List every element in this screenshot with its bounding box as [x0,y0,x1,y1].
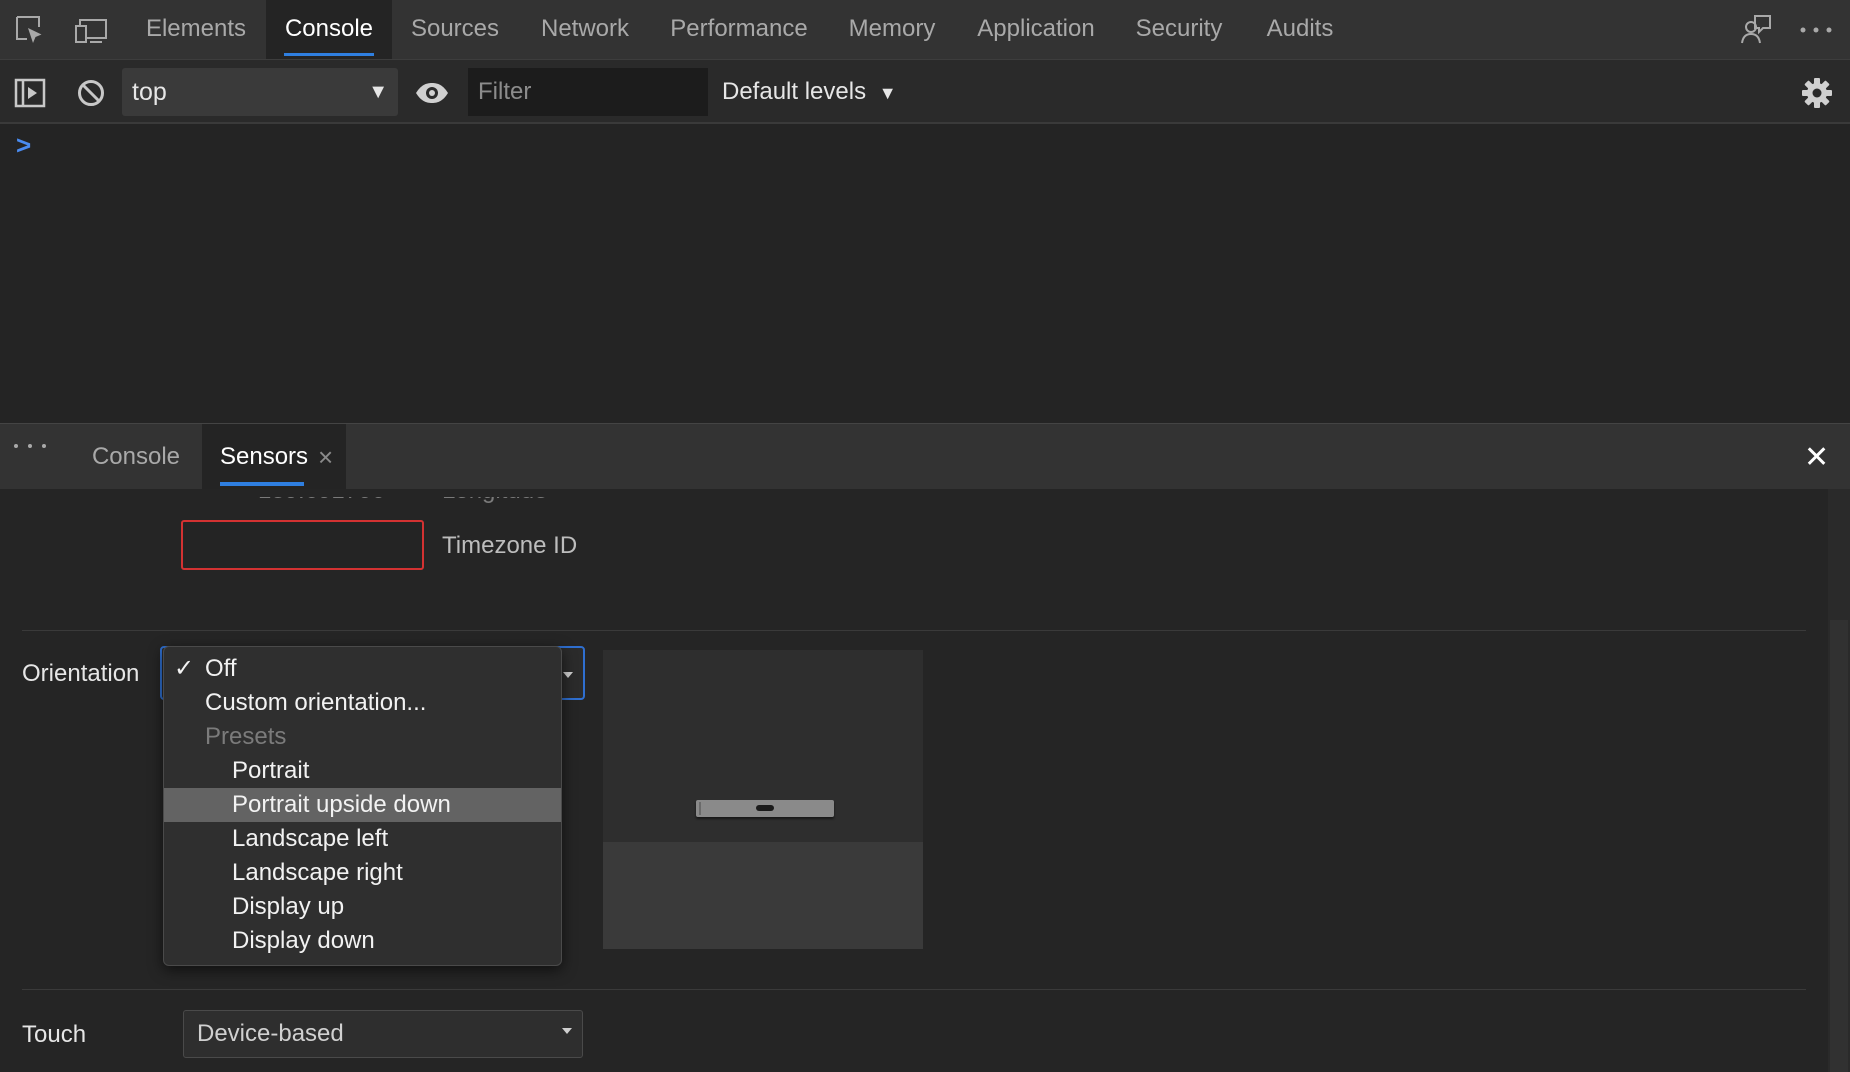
tab-sources[interactable]: Sources [396,0,514,59]
scrollbar-thumb[interactable] [1830,620,1848,1072]
menu-item-label: Custom orientation... [205,689,427,716]
tab-label: Console [91,443,181,470]
live-expression-icon[interactable] [412,78,452,108]
context-value: top [132,78,167,106]
dropdown-arrow-icon: ▼ [368,81,388,103]
tab-label: Sources [410,15,500,42]
drawer-tab-sensors[interactable]: Sensors × [202,424,346,489]
device-speaker [756,805,774,811]
dropdown-arrow-icon: ▼ [878,83,897,103]
menu-item-label: Display up [232,893,345,920]
tab-label: Sensors [220,443,309,470]
tab-label: Elements [145,15,247,42]
drawer-tab-bar: Console Sensors × ✕ [0,423,1850,489]
drawer-more-icon[interactable] [12,442,48,450]
menu-item-label: Display down [232,927,375,954]
menu-item-display-up[interactable]: Display up [164,890,561,924]
device-edge [699,802,701,815]
tab-label: Application [977,15,1095,42]
context-selector[interactable]: top ▼ [122,68,398,116]
tab-console[interactable]: Console [266,0,392,59]
menu-item-landscape-left[interactable]: Landscape left [164,822,561,856]
touch-select[interactable]: Device-based [183,1010,583,1058]
menu-item-label: Portrait upside down [232,791,451,818]
menu-group-label: Presets [205,723,287,750]
show-sidebar-icon[interactable] [12,76,48,110]
tab-label: Network [540,15,630,42]
tab-label: Memory [848,15,936,42]
orientation-preview[interactable] [603,650,923,949]
menu-item-display-down[interactable]: Display down [164,924,561,958]
menu-item-off[interactable]: ✓ Off [164,652,561,686]
clear-console-icon[interactable] [74,76,108,110]
more-options-icon[interactable] [1796,12,1836,48]
console-prompt-icon[interactable]: > [16,130,31,161]
orientation-options-menu: ✓ Off Custom orientation... Presets Port… [163,646,562,966]
tab-network[interactable]: Network [524,0,646,59]
log-levels-dropdown[interactable]: Default levels ▼ [722,68,897,116]
device-model [696,800,834,817]
tab-elements[interactable]: Elements [128,0,264,59]
inspect-element-icon[interactable] [12,12,48,48]
drawer-tab-console[interactable]: Console [74,424,198,489]
dropdown-arrow-icon [562,1028,572,1034]
timezone-input[interactable] [181,520,424,570]
filter-input[interactable] [468,68,708,116]
log-levels-label: Default levels [722,78,867,105]
menu-item-label: Off [205,655,237,682]
menu-item-label: Landscape left [232,825,389,852]
tab-performance[interactable]: Performance [656,0,822,59]
menu-group-presets: Presets [164,720,561,754]
menu-item-label: Landscape right [232,859,403,886]
close-drawer-icon[interactable]: ✕ [1804,440,1829,475]
orientation-label: Orientation [22,660,140,687]
timezone-label: Timezone ID [442,532,578,559]
tab-label: Security [1135,15,1223,42]
feedback-icon[interactable] [1738,12,1774,48]
section-divider [22,630,1806,631]
tab-label: Console [284,15,374,42]
checkmark-icon: ✓ [174,655,195,682]
dropdown-arrow-icon [563,672,573,678]
menu-item-portrait[interactable]: Portrait [164,754,561,788]
preview-floor [603,842,923,949]
menu-item-landscape-right[interactable]: Landscape right [164,856,561,890]
touch-value: Device-based [197,1020,344,1047]
menu-item-label: Portrait [232,757,310,784]
menu-item-portrait-upside-down[interactable]: Portrait upside down [164,788,561,822]
tab-security[interactable]: Security [1122,0,1236,59]
main-tab-bar: Elements Console Sources Network Perform… [0,0,1850,60]
tab-audits[interactable]: Audits [1252,0,1348,59]
settings-gear-icon[interactable] [1800,76,1834,110]
menu-item-custom-orientation[interactable]: Custom orientation... [164,686,561,720]
tab-application[interactable]: Application [960,0,1112,59]
active-tab-indicator [284,53,374,56]
console-output[interactable] [0,124,1850,423]
tab-memory[interactable]: Memory [832,0,952,59]
scroll-clip [0,489,1850,497]
close-tab-icon[interactable]: × [318,424,333,490]
touch-label: Touch [22,1021,87,1048]
tab-label: Audits [1266,15,1334,42]
device-toolbar-icon[interactable] [72,12,112,48]
tab-label: Performance [670,15,808,42]
active-tab-indicator [220,482,304,486]
section-divider [22,989,1806,990]
